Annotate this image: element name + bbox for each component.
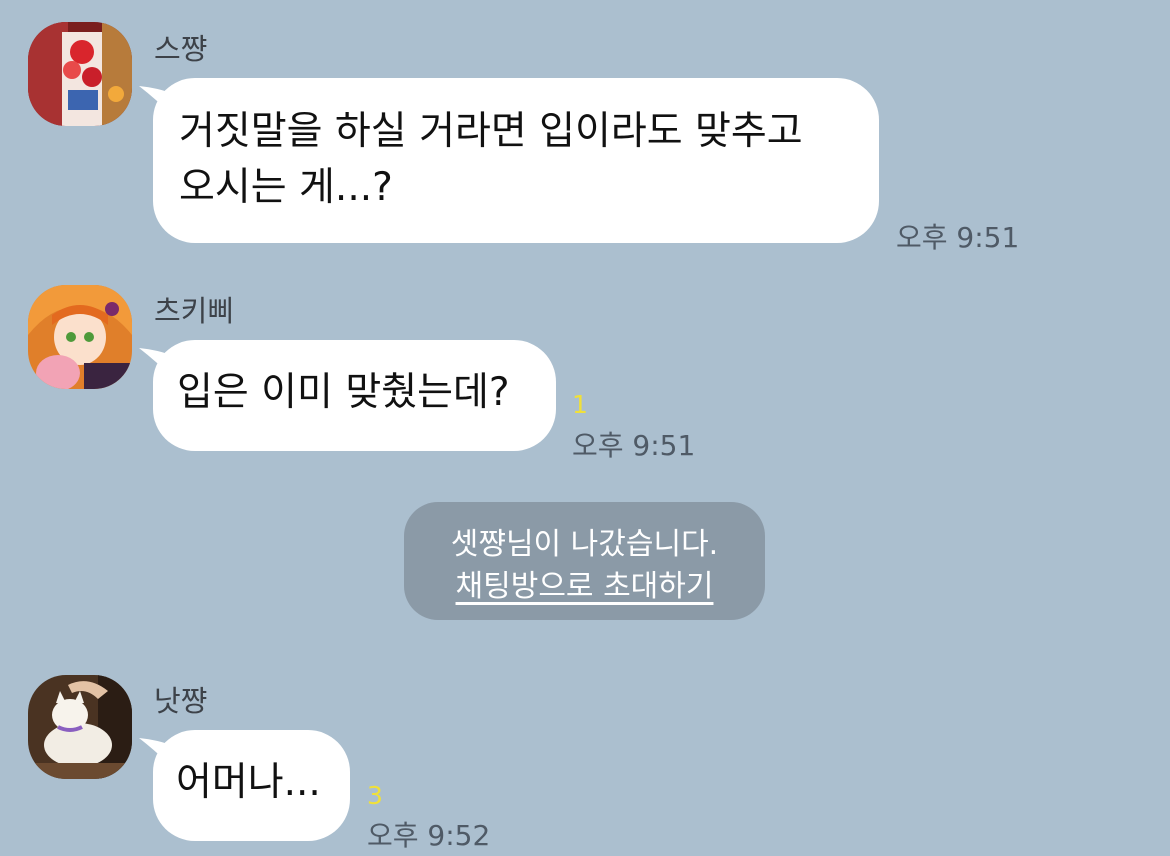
- message-bubble[interactable]: 입은 이미 맞췄는데?: [139, 340, 556, 451]
- message-time: 오후 9:51: [572, 429, 696, 462]
- sender-avatar[interactable]: [28, 285, 132, 389]
- message-text-line: 입은 이미 맞췄는데?: [177, 370, 510, 415]
- message-bubble[interactable]: 거짓말을 하실 거라면 입이라도 맞추고 오시는 게...?: [139, 78, 879, 243]
- bubble-tail: [139, 86, 173, 116]
- system-notice-text: 셋쨩님이 나갔습니다.: [450, 527, 719, 562]
- message-text-line: 어머나...: [176, 760, 321, 805]
- invite-to-chatroom-link[interactable]: 채팅방으로 초대하기: [456, 566, 714, 608]
- sender-name: 스쨩: [154, 32, 208, 66]
- sender-avatar[interactable]: [28, 22, 132, 126]
- sender-name: 낫쨩: [154, 684, 208, 718]
- unread-count: 1: [572, 390, 588, 419]
- bubble-tail: [139, 348, 173, 378]
- sender-name: 츠키삐: [154, 294, 235, 328]
- system-notice: 셋쨩님이 나갔습니다. 채팅방으로 초대하기: [404, 502, 765, 620]
- bubble-tail: [139, 738, 173, 768]
- message-text-line: 오시는 게...?: [179, 165, 393, 210]
- unread-count: 3: [367, 781, 383, 810]
- message-bubble[interactable]: 어머나...: [139, 730, 350, 841]
- message-text-line: 거짓말을 하실 거라면 입이라도 맞추고: [179, 109, 803, 154]
- message-time: 오후 9:52: [367, 819, 491, 852]
- message-time: 오후 9:51: [896, 221, 1020, 254]
- sender-avatar[interactable]: [28, 675, 132, 779]
